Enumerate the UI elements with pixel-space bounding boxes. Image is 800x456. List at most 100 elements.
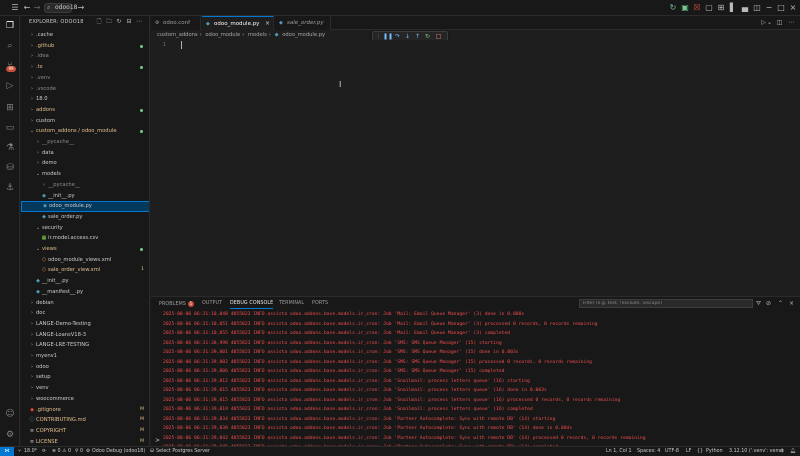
copilot-icon[interactable]: ⊚ [780,447,784,456]
remote-explorer-icon[interactable]: ▭ [4,122,16,134]
language-mode[interactable]: Python [706,447,723,456]
tree-file[interactable]: ◆ sale_order.py [21,212,149,223]
tree-folder[interactable]: › myenv1 [21,351,149,362]
gear-icon[interactable]: ⚙ [4,429,16,441]
breadcrumb-item[interactable]: odoo_module.py [282,32,325,38]
breadcrumb-item[interactable]: models [248,32,267,38]
refresh-icon[interactable]: ↻ [668,3,678,13]
tree-file[interactable]: ≡ COPYRIGHT M [21,426,149,437]
search-icon[interactable]: ⌕ [4,40,16,52]
tree-folder[interactable]: › demo [21,158,149,169]
docker-icon[interactable]: ⚓ [4,182,16,194]
sync-icon[interactable]: ⟳ [42,447,46,456]
more-actions-icon[interactable]: ⋯ [787,18,796,27]
maximize-icon[interactable]: □ [776,3,786,13]
tree-folder[interactable]: › doc [21,308,149,319]
tree-file[interactable]: ◆ odoo_module.py [21,201,149,212]
tree-folder[interactable]: › LANGE-LoansV18-3 [21,330,149,341]
tab-terminal[interactable]: TERMINAL [279,301,304,306]
tree-folder[interactable]: ⌄ custom_addons / odoo_module [21,126,149,137]
tree-folder[interactable]: ⌄ views [21,244,149,255]
tree-file[interactable]: ≡ LICENSE M [21,437,149,446]
tree-folder[interactable]: ⌄ models [21,169,149,180]
tab-sale-order-py[interactable]: ◆ sale_order.py [275,16,331,30]
tab-debug-console[interactable]: DEBUG CONSOLE [230,301,274,309]
tree-folder[interactable]: › custom [21,116,149,127]
debug-console-filter-input[interactable] [579,299,753,308]
tree-folder[interactable]: › setup [21,372,149,383]
new-folder-icon[interactable]: 🗀 [105,18,113,26]
tree-folder[interactable]: › .venv [21,73,149,84]
postgres-server-select[interactable]: Select Postgres Server [156,447,210,456]
code-editor[interactable]: 1 I [151,40,800,295]
more-actions-icon[interactable]: ⋯ [135,18,143,26]
refresh-icon[interactable]: ↻ [115,18,123,26]
chevron-up-icon[interactable]: ⌃ [777,300,784,307]
debug-config[interactable]: Odoo Debug (odoo18) [92,447,145,456]
command-center-search[interactable]: ⌕ odoo18 [44,3,77,13]
tree-file[interactable]: ◆ .gitignore M [21,405,149,416]
tree-folder[interactable]: › __pycache__ [21,180,149,191]
tree-folder[interactable]: › debian [21,298,149,309]
tree-folder[interactable]: › .vscode [21,84,149,95]
forward-arrow-icon[interactable]: → [32,3,42,13]
close-panel-icon[interactable]: × [788,300,795,307]
tree-folder[interactable]: › .tx [21,62,149,73]
git-branch[interactable]: 18.0* [24,447,37,456]
tree-folder[interactable]: › .cache [21,30,149,41]
tree-folder[interactable]: › LANGE-Demo-Testing [21,319,149,330]
breadcrumb-item[interactable]: odoo_module [205,32,240,38]
breadcrumb-item[interactable]: custom_addons [157,32,198,38]
close-icon[interactable]: × [788,3,798,13]
ports-status[interactable]: ⚲ 0 [75,447,83,456]
testing-icon[interactable]: ⚗ [4,142,16,154]
minimize-icon[interactable]: − [764,3,774,13]
tree-file[interactable]: ◆ __init__.py [21,191,149,202]
split-icon[interactable]: ◫ [752,3,762,13]
tree-folder[interactable]: › LANGE-LRE-TESTING [21,340,149,351]
clear-console-icon[interactable]: ⊘ [765,300,772,307]
tree-file[interactable]: ⓘ CONTRIBUTING.md M [21,415,149,426]
sidebar-toggle-icon[interactable]: ▌ [728,3,738,13]
tree-file[interactable]: ◆ __manifest__.py [21,287,149,298]
end-of-line[interactable]: LF [686,447,691,456]
tree-file[interactable]: ⟨⟩ odoo_module_views.xml [21,255,149,266]
explorer-icon[interactable]: ❐ [4,20,16,32]
tree-file[interactable]: ⟨⟩ sale_order_view.xml 1 [21,265,149,276]
notifications-icon[interactable]: 🔔︎ [790,447,796,456]
split-editor-icon[interactable]: ◫ [775,18,784,27]
python-interpreter[interactable]: 3.12.10 ('.venv': venv) [729,447,783,456]
tree-folder[interactable]: › 18.0 [21,94,149,105]
remote-indicator-icon[interactable]: ⋈ [0,447,14,456]
extensions-icon[interactable]: ⊞ [4,102,16,114]
tree-folder[interactable]: › .idea [21,51,149,62]
close-box-icon[interactable]: ☒ [692,3,702,13]
new-file-icon[interactable]: 🗋 [95,18,103,26]
tree-folder[interactable]: › odoo [21,362,149,373]
forward-arrow-icon-2[interactable]: → [76,3,86,13]
tab-odoo-module-py[interactable]: ◆ odoo_module.py × [202,16,274,30]
filter-icon[interactable]: ⛛ [755,300,762,307]
chevron-down-icon[interactable]: ⌄ [765,18,774,27]
tree-file[interactable]: ◆ __init__.py [21,276,149,287]
tree-file[interactable]: ▦ ir.model.access.csv [21,233,149,244]
database-icon[interactable]: ⛁ [4,162,16,174]
cursor-position[interactable]: Ln 1, Col 1 [606,447,632,456]
run-debug-icon[interactable]: ▷ [4,80,16,92]
tree-folder[interactable]: › __pycache__ [21,137,149,148]
layout-icon[interactable]: ⊞ [716,3,726,13]
encoding[interactable]: UTF-8 [665,447,679,456]
menu-icon[interactable]: ☰ [10,3,20,13]
panel-toggle-icon[interactable]: ▄ [740,3,750,13]
tab-ports[interactable]: PORTS [312,301,328,306]
screen-icon[interactable]: ▢ [704,3,714,13]
back-arrow-icon[interactable]: ← [22,3,32,13]
tree-folder[interactable]: › venv [21,383,149,394]
problems-status[interactable]: ⊗ 0 ⚠ 0 [52,447,71,456]
tab-output[interactable]: OUTPUT [202,301,222,306]
tab-problems[interactable]: PROBLEMS 1 [159,301,194,307]
tree-folder[interactable]: › .github [21,41,149,52]
tree-folder[interactable]: › woocommerce [21,394,149,405]
tree-folder[interactable]: › addons [21,105,149,116]
indentation[interactable]: Spaces: 4 [637,447,660,456]
